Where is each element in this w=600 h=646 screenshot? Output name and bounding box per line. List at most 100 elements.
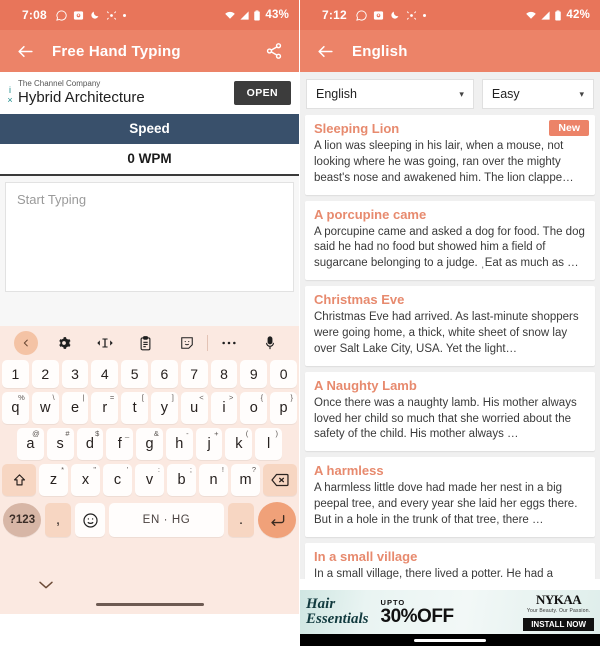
back-arrow-icon[interactable] (14, 40, 36, 62)
key-0[interactable]: 0 (270, 360, 297, 388)
key-h-sup: - (186, 429, 189, 438)
key-d[interactable]: $ d (76, 428, 104, 460)
key-p-label: p (279, 400, 288, 416)
backspace-icon[interactable] (263, 464, 297, 496)
chevron-left-icon[interactable] (9, 331, 43, 355)
moon-dnd-icon (90, 10, 100, 20)
location-icon (106, 10, 117, 21)
key-k[interactable]: (k (225, 428, 253, 460)
key-y[interactable]: ] y (151, 392, 178, 424)
key-z[interactable]: * z (39, 464, 68, 496)
key-s-sup: # (65, 429, 70, 438)
key-j-sup: + (214, 429, 219, 438)
key-a[interactable]: @ a (16, 428, 44, 460)
key-l[interactable]: ) l (255, 428, 283, 460)
key-u[interactable]: < u (180, 392, 208, 424)
right-status-bar: 7:12 42% (300, 0, 600, 30)
key-2[interactable]: 2 (31, 360, 59, 388)
comma-key[interactable]: , (45, 503, 71, 537)
typing-input[interactable]: Start Typing (5, 182, 294, 292)
home-indicator (95, 602, 204, 606)
enter-icon[interactable] (258, 502, 296, 538)
speed-header: Speed (0, 114, 299, 144)
emoji-icon[interactable] (75, 503, 105, 537)
chevron-down-icon: ▾ (579, 88, 584, 99)
text-cursor-icon[interactable] (84, 337, 125, 349)
key-h[interactable]: -h (165, 428, 193, 460)
ad-info-icon[interactable]: i (9, 85, 11, 95)
story-list[interactable]: Sleeping Lion New A lion was sleeping in… (300, 115, 600, 579)
camera-icon (373, 10, 384, 21)
gear-icon[interactable] (43, 336, 84, 350)
key-t[interactable]: [t (121, 392, 148, 424)
key-q[interactable]: % q (2, 392, 29, 424)
list-item[interactable]: In a small village In a small village, t… (305, 542, 595, 579)
inline-ad-banner[interactable]: i × The Channel Company Hybrid Architect… (0, 72, 299, 114)
bottom-ad-banner[interactable]: Hair Essentials UPTO 30%OFF NYKAA Your B… (300, 590, 600, 646)
install-now-button[interactable]: INSTALL NOW (523, 618, 594, 631)
key-1[interactable]: 1 (2, 360, 29, 388)
key-y-sup: ] (171, 393, 174, 402)
key-o[interactable]: {o (240, 392, 268, 424)
dot-icon (122, 13, 126, 17)
keyboard-row-bottom: ?123 , EN · HG . (0, 500, 299, 538)
key-u-sup: < (199, 393, 204, 402)
content-filler (0, 292, 299, 326)
key-n-sup: ! (221, 465, 224, 474)
key-z-label: z (49, 472, 58, 488)
shift-icon[interactable] (2, 464, 36, 496)
key-w[interactable]: \ w (31, 392, 59, 424)
story-title: A porcupine came (314, 206, 427, 222)
difficulty-select[interactable]: Easy ▾ (481, 79, 594, 109)
key-7[interactable]: 7 (180, 360, 208, 388)
period-key[interactable]: . (228, 503, 254, 537)
clipboard-icon[interactable] (125, 335, 166, 351)
bottom-ad-content[interactable]: Hair Essentials UPTO 30%OFF NYKAA Your B… (300, 590, 600, 634)
key-m[interactable]: ? m (231, 464, 260, 496)
key-e[interactable]: | e (61, 392, 89, 424)
key-c[interactable]: ' c (103, 464, 132, 496)
key-q-label: q (11, 400, 20, 416)
key-5[interactable]: 5 (121, 360, 148, 388)
list-item[interactable]: A harmless A harmless little dove had ma… (305, 457, 595, 537)
key-i[interactable]: > i (210, 392, 238, 424)
list-item[interactable]: A Naughty Lamb Once there was a naughty … (305, 371, 595, 452)
key-f[interactable]: _ f (106, 428, 134, 460)
status-left-group-right: 7:12 (310, 8, 426, 22)
story-excerpt: A porcupine came and asked a dog for foo… (314, 225, 585, 270)
space-key[interactable]: EN · HG (109, 503, 224, 537)
share-icon[interactable] (263, 40, 285, 62)
symbols-key[interactable]: ?123 (3, 503, 41, 537)
sticker-icon[interactable] (166, 336, 207, 350)
back-arrow-icon[interactable] (314, 40, 336, 62)
key-p[interactable]: } p (270, 392, 297, 424)
key-u-label: u (190, 400, 199, 416)
key-4[interactable]: 4 (91, 360, 119, 388)
battery-icon (554, 9, 562, 21)
key-j[interactable]: + j (195, 428, 223, 460)
ad-tagline: Your Beauty. Our Passion. (526, 608, 591, 614)
list-item[interactable]: Christmas Eve Christmas Eve had arrived.… (305, 286, 595, 366)
language-select[interactable]: English ▾ (306, 79, 474, 109)
chevron-down-icon[interactable] (0, 577, 299, 603)
location-icon (406, 10, 417, 21)
key-9[interactable]: 9 (240, 360, 268, 388)
more-icon[interactable] (208, 340, 249, 346)
key-b[interactable]: ; b (167, 464, 196, 496)
list-item[interactable]: Sleeping Lion New A lion was sleeping in… (305, 115, 595, 195)
ad-open-button[interactable]: OPEN (233, 81, 291, 105)
keyboard-footer (0, 538, 299, 614)
key-8[interactable]: 8 (210, 360, 238, 388)
key-6[interactable]: 6 (151, 360, 178, 388)
key-3[interactable]: 3 (61, 360, 89, 388)
key-g[interactable]: & g (136, 428, 163, 460)
key-x[interactable]: " x (71, 464, 100, 496)
mic-icon[interactable] (249, 335, 290, 351)
ad-hair-essentials: Hair Essentials (306, 597, 369, 626)
key-r[interactable]: = r (91, 392, 119, 424)
key-s[interactable]: # s (46, 428, 74, 460)
ad-close-icon[interactable]: × (7, 95, 12, 105)
list-item[interactable]: A porcupine came A porcupine came and as… (305, 200, 595, 281)
key-v[interactable]: :v (135, 464, 164, 496)
key-n[interactable]: ! n (199, 464, 228, 496)
